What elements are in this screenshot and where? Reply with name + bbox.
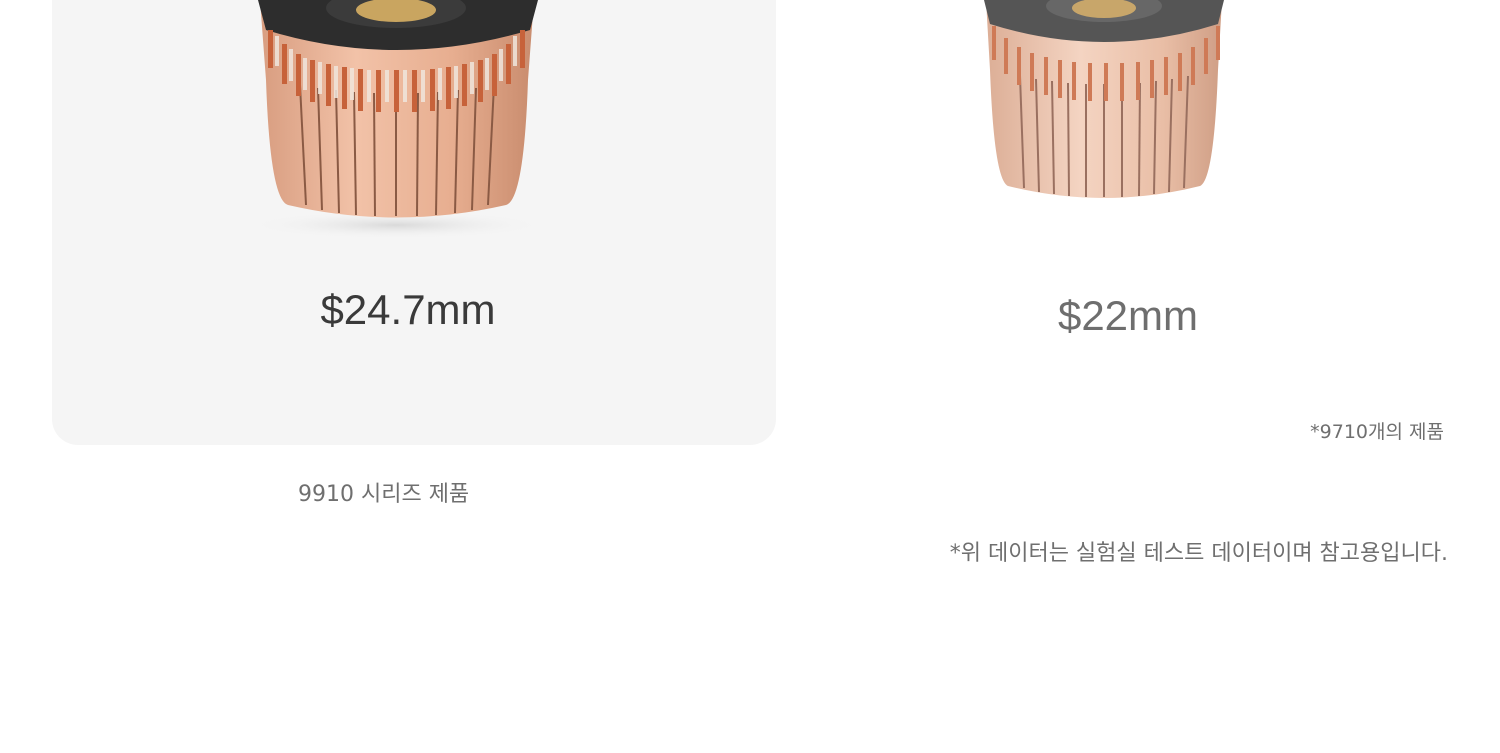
size-label-9710: $22mm	[1057, 292, 1199, 339]
size-label-9910: $24.7mm	[320, 286, 496, 333]
disclaimer-text: *위 데이터는 실험실 테스트 데이터이며 참고용입니다.	[949, 541, 1448, 566]
commutator-image-9710	[984, 0, 1224, 198]
product-caption-9710: *9710개의 제품	[1310, 421, 1444, 443]
commutator-image-9910	[248, 0, 546, 239]
product-caption-9910: 9910 시리즈 제품	[298, 482, 470, 507]
